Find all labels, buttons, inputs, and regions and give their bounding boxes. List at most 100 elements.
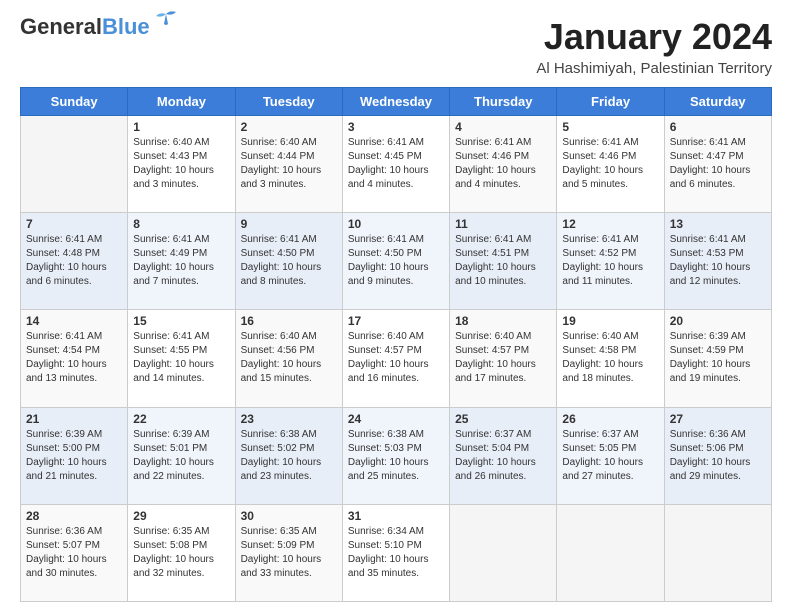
calendar-cell: 13Sunrise: 6:41 AMSunset: 4:53 PMDayligh… [664,213,771,310]
calendar-table: Sunday Monday Tuesday Wednesday Thursday… [20,87,772,602]
calendar-cell: 30 Sunrise: 6:35 AMSunset: 5:09 PMDayligh… [235,504,342,601]
day-number: 18 [455,314,551,328]
calendar-cell: 6 Sunrise: 6:41 AMSunset: 4:47 PMDaylight… [664,116,771,213]
day-info: Sunrise: 6:35 AMSunset: 5:09 PMDaylight:… [241,525,337,581]
logo-bird-icon [152,10,180,37]
day-info: Sunrise: 6:41 AMSunset: 4:50 PMDaylight:… [241,233,337,289]
calendar-week-1: 1 Sunrise: 6:40 AMSunset: 4:43 PMDaylight… [21,116,772,213]
calendar-cell: 24 Sunrise: 6:38 AMSunset: 5:03 PMDayligh… [342,407,449,504]
logo: GeneralBlue [20,16,180,38]
day-number: 22 [133,412,229,426]
header-wednesday: Wednesday [342,88,449,116]
calendar-cell: 31 Sunrise: 6:34 AMSunset: 5:10 PMDayligh… [342,504,449,601]
calendar-cell: 8 Sunrise: 6:41 AMSunset: 4:49 PMDaylight… [128,213,235,310]
day-info: Sunrise: 6:40 AMSunset: 4:43 PMDaylight:… [133,136,229,192]
day-info: Sunrise: 6:38 AMSunset: 5:03 PMDaylight:… [348,428,444,484]
main-title: January 2024 [536,16,772,58]
day-info: Sunrise: 6:39 AMSunset: 5:00 PMDaylight:… [26,428,122,484]
calendar-header-row: Sunday Monday Tuesday Wednesday Thursday… [21,88,772,116]
calendar-cell: 22 Sunrise: 6:39 AMSunset: 5:01 PMDayligh… [128,407,235,504]
day-number: 15 [133,314,229,328]
day-number: 3 [348,120,444,134]
header-monday: Monday [128,88,235,116]
calendar-cell [21,116,128,213]
calendar-cell: 5 Sunrise: 6:41 AMSunset: 4:46 PMDaylight… [557,116,664,213]
day-info: Sunrise: 6:34 AMSunset: 5:10 PMDaylight:… [348,525,444,581]
calendar-cell: 26Sunrise: 6:37 AMSunset: 5:05 PMDayligh… [557,407,664,504]
day-info: Sunrise: 6:41 AMSunset: 4:51 PMDaylight:… [455,233,551,289]
page: GeneralBlue January 2024 Al Hashimiyah, … [0,0,792,612]
calendar-cell: 9 Sunrise: 6:41 AMSunset: 4:50 PMDaylight… [235,213,342,310]
day-info: Sunrise: 6:35 AMSunset: 5:08 PMDaylight:… [133,525,229,581]
title-block: January 2024 Al Hashimiyah, Palestinian … [536,16,772,77]
day-info: Sunrise: 6:41 AMSunset: 4:49 PMDaylight:… [133,233,229,289]
day-number: 10 [348,217,444,231]
calendar-cell [557,504,664,601]
calendar-cell: 15Sunrise: 6:41 AMSunset: 4:55 PMDayligh… [128,310,235,407]
logo-blue: Blue [102,14,150,39]
day-info: Sunrise: 6:40 AMSunset: 4:57 PMDaylight:… [455,330,551,386]
day-info: Sunrise: 6:41 AMSunset: 4:45 PMDaylight:… [348,136,444,192]
day-number: 20 [670,314,766,328]
day-number: 28 [26,509,122,523]
day-number: 9 [241,217,337,231]
calendar-cell: 29 Sunrise: 6:35 AMSunset: 5:08 PMDayligh… [128,504,235,601]
calendar-cell: 14Sunrise: 6:41 AMSunset: 4:54 PMDayligh… [21,310,128,407]
calendar-cell: 28 Sunrise: 6:36 AMSunset: 5:07 PMDayligh… [21,504,128,601]
day-number: 25 [455,412,551,426]
day-number: 2 [241,120,337,134]
calendar-cell: 27Sunrise: 6:36 AMSunset: 5:06 PMDayligh… [664,407,771,504]
header-friday: Friday [557,88,664,116]
calendar-cell: 3 Sunrise: 6:41 AMSunset: 4:45 PMDaylight… [342,116,449,213]
day-number: 8 [133,217,229,231]
calendar-cell [450,504,557,601]
day-info: Sunrise: 6:41 AMSunset: 4:50 PMDaylight:… [348,233,444,289]
day-number: 29 [133,509,229,523]
calendar-week-5: 28 Sunrise: 6:36 AMSunset: 5:07 PMDayligh… [21,504,772,601]
calendar-week-2: 7Sunrise: 6:41 AMSunset: 4:48 PMDaylight… [21,213,772,310]
day-info: Sunrise: 6:41 AMSunset: 4:52 PMDaylight:… [562,233,658,289]
day-number: 21 [26,412,122,426]
day-number: 14 [26,314,122,328]
calendar-cell: 17Sunrise: 6:40 AMSunset: 4:57 PMDayligh… [342,310,449,407]
calendar-cell: 18 Sunrise: 6:40 AMSunset: 4:57 PMDayligh… [450,310,557,407]
day-info: Sunrise: 6:40 AMSunset: 4:44 PMDaylight:… [241,136,337,192]
day-info: Sunrise: 6:39 AMSunset: 4:59 PMDaylight:… [670,330,766,386]
day-info: Sunrise: 6:36 AMSunset: 5:07 PMDaylight:… [26,525,122,581]
logo-general: General [20,14,102,39]
day-number: 13 [670,217,766,231]
day-info: Sunrise: 6:37 AMSunset: 5:05 PMDaylight:… [562,428,658,484]
header-tuesday: Tuesday [235,88,342,116]
day-number: 17 [348,314,444,328]
calendar-cell: 7Sunrise: 6:41 AMSunset: 4:48 PMDaylight… [21,213,128,310]
day-info: Sunrise: 6:38 AMSunset: 5:02 PMDaylight:… [241,428,337,484]
header-thursday: Thursday [450,88,557,116]
day-number: 1 [133,120,229,134]
calendar-cell: 12 Sunrise: 6:41 AMSunset: 4:52 PMDayligh… [557,213,664,310]
day-info: Sunrise: 6:37 AMSunset: 5:04 PMDaylight:… [455,428,551,484]
day-info: Sunrise: 6:41 AMSunset: 4:46 PMDaylight:… [562,136,658,192]
day-number: 19 [562,314,658,328]
day-number: 30 [241,509,337,523]
header-saturday: Saturday [664,88,771,116]
day-number: 12 [562,217,658,231]
day-number: 5 [562,120,658,134]
subtitle: Al Hashimiyah, Palestinian Territory [536,60,772,77]
calendar-cell: 1 Sunrise: 6:40 AMSunset: 4:43 PMDaylight… [128,116,235,213]
calendar-cell: 4Sunrise: 6:41 AMSunset: 4:46 PMDaylight… [450,116,557,213]
calendar-cell: 10 Sunrise: 6:41 AMSunset: 4:50 PMDayligh… [342,213,449,310]
day-info: Sunrise: 6:41 AMSunset: 4:46 PMDaylight:… [455,136,551,192]
day-number: 16 [241,314,337,328]
calendar-cell: 2 Sunrise: 6:40 AMSunset: 4:44 PMDaylight… [235,116,342,213]
day-info: Sunrise: 6:39 AMSunset: 5:01 PMDaylight:… [133,428,229,484]
calendar-cell: 23Sunrise: 6:38 AMSunset: 5:02 PMDayligh… [235,407,342,504]
day-info: Sunrise: 6:41 AMSunset: 4:47 PMDaylight:… [670,136,766,192]
day-info: Sunrise: 6:40 AMSunset: 4:56 PMDaylight:… [241,330,337,386]
calendar-cell: 21 Sunrise: 6:39 AMSunset: 5:00 PMDayligh… [21,407,128,504]
calendar-cell: 16 Sunrise: 6:40 AMSunset: 4:56 PMDayligh… [235,310,342,407]
day-number: 31 [348,509,444,523]
calendar-week-4: 21 Sunrise: 6:39 AMSunset: 5:00 PMDayligh… [21,407,772,504]
day-number: 11 [455,217,551,231]
day-number: 6 [670,120,766,134]
day-number: 24 [348,412,444,426]
